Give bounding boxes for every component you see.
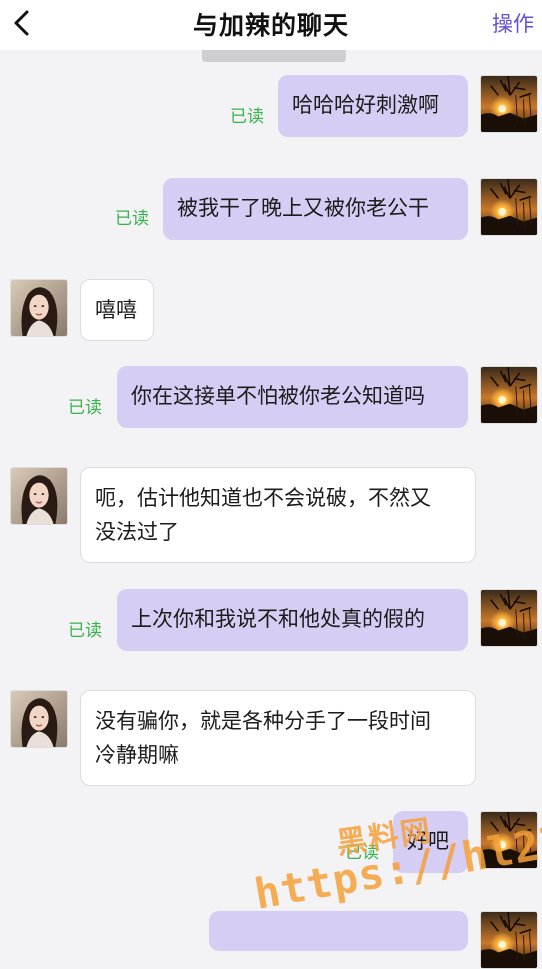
my-avatar[interactable] — [480, 75, 538, 133]
action-button[interactable]: 操作 — [492, 8, 534, 38]
message-bubble-received[interactable]: 没有骗你，就是各种分手了一段时间 冷静期嘛 — [80, 690, 476, 786]
message-bubble-sent[interactable]: 你在这接单不怕被你老公知道吗 — [117, 366, 468, 428]
scroll-indicator — [202, 50, 346, 62]
their-avatar[interactable] — [10, 690, 68, 748]
read-status: 已读 — [68, 621, 102, 641]
message-bubble-received[interactable]: 嘻嘻 — [80, 279, 154, 341]
message-bubble-received[interactable]: 呃，估计他知道也不会说破，不然又 没法过了 — [80, 467, 476, 563]
my-avatar[interactable] — [480, 366, 538, 424]
read-status: 已读 — [68, 398, 102, 418]
message-bubble-sent[interactable]: 上次你和我说不和他处真的假的 — [117, 589, 468, 651]
my-avatar[interactable] — [480, 911, 538, 969]
message-bubble-sent[interactable]: 被我干了晚上又被你老公干 — [163, 178, 468, 240]
read-status: 已读 — [115, 209, 149, 229]
read-status: 已读 — [230, 107, 264, 127]
their-avatar[interactable] — [10, 279, 68, 337]
message-bubble-sent[interactable] — [209, 911, 468, 951]
my-avatar[interactable] — [480, 589, 538, 647]
message-bubble-sent[interactable]: 哈哈哈好刺激啊 — [278, 75, 468, 137]
their-avatar[interactable] — [10, 467, 68, 525]
page-title: 与加辣的聊天 — [192, 11, 349, 40]
chat-header: 与加辣的聊天 操作 — [0, 0, 542, 50]
my-avatar[interactable] — [480, 178, 538, 236]
